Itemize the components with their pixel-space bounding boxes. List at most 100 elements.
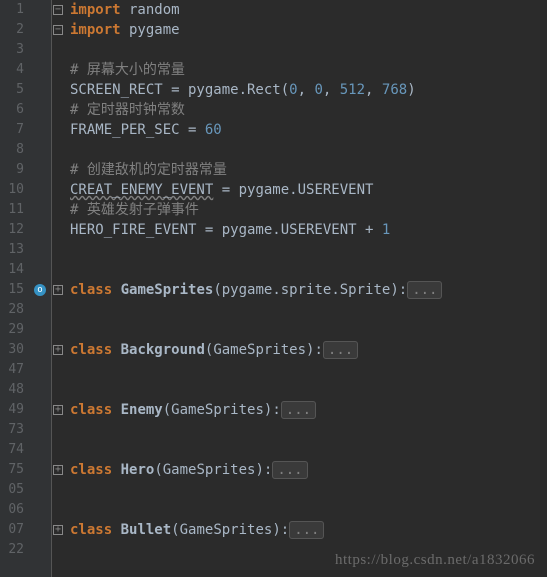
line-number: 13: [4, 240, 24, 260]
line-number: 47: [4, 360, 24, 380]
line-number: 28: [4, 300, 24, 320]
code-token: # 创建敌机的定时器常量: [70, 162, 227, 178]
fold-expand-icon[interactable]: +: [53, 525, 63, 535]
code-token: (GameSprites):: [163, 402, 281, 418]
code-token: class: [70, 342, 112, 358]
code-token: # 屏幕大小的常量: [70, 62, 185, 78]
code-line[interactable]: [70, 500, 547, 520]
code-token: random: [121, 2, 180, 18]
code-token: # 英雄发射子弹事件: [70, 202, 199, 218]
code-token: HERO_FIRE_EVENT = pygame.USEREVENT +: [70, 222, 382, 238]
code-line[interactable]: [70, 420, 547, 440]
code-token: 1: [382, 222, 390, 238]
line-number: 5: [4, 80, 24, 100]
fold-gutter: − − + + + + +: [52, 0, 66, 577]
code-line[interactable]: class Background(GameSprites):...: [70, 340, 547, 360]
code-token: FRAME_PER_SEC =: [70, 122, 205, 138]
code-token: CREAT_ENEMY_EVENT: [70, 182, 213, 198]
code-line[interactable]: FRAME_PER_SEC = 60: [70, 120, 547, 140]
code-line[interactable]: # 屏幕大小的常量: [70, 60, 547, 80]
line-number: 9: [4, 160, 24, 180]
code-line[interactable]: class GameSprites(pygame.sprite.Sprite):…: [70, 280, 547, 300]
code-line[interactable]: class Enemy(GameSprites):...: [70, 400, 547, 420]
code-line[interactable]: # 英雄发射子弹事件: [70, 200, 547, 220]
code-token: (GameSprites):: [205, 342, 323, 358]
line-number: 22: [4, 540, 24, 560]
line-number: 48: [4, 380, 24, 400]
code-token: [112, 522, 120, 538]
fold-expand-icon[interactable]: +: [53, 285, 63, 295]
code-token: [112, 342, 120, 358]
line-number: 07: [4, 520, 24, 540]
code-token: 0: [289, 82, 297, 98]
code-token: ,: [365, 82, 382, 98]
line-number: 1: [4, 0, 24, 20]
line-number: 73: [4, 420, 24, 440]
code-line[interactable]: [70, 380, 547, 400]
line-number-gutter: 1234567891011121314152829304748497374750…: [0, 0, 30, 577]
code-line[interactable]: class Bullet(GameSprites):...: [70, 520, 547, 540]
code-line[interactable]: [70, 480, 547, 500]
code-line[interactable]: HERO_FIRE_EVENT = pygame.USEREVENT + 1: [70, 220, 547, 240]
code-token: class: [70, 402, 112, 418]
code-line[interactable]: [70, 360, 547, 380]
line-number: 12: [4, 220, 24, 240]
code-line[interactable]: [70, 240, 547, 260]
folded-region[interactable]: ...: [281, 401, 316, 419]
line-number: 14: [4, 260, 24, 280]
code-line[interactable]: [70, 140, 547, 160]
code-line[interactable]: import pygame: [70, 20, 547, 40]
line-number: 7: [4, 120, 24, 140]
icon-gutter: o: [30, 0, 52, 577]
code-line[interactable]: [70, 440, 547, 460]
line-number: 8: [4, 140, 24, 160]
code-line[interactable]: class Hero(GameSprites):...: [70, 460, 547, 480]
line-number: 4: [4, 60, 24, 80]
code-line[interactable]: # 创建敌机的定时器常量: [70, 160, 547, 180]
code-line[interactable]: # 定时器时钟常数: [70, 100, 547, 120]
override-icon[interactable]: o: [34, 284, 46, 296]
code-area[interactable]: import randomimport pygame # 屏幕大小的常量 SCREE…: [66, 0, 547, 577]
code-line[interactable]: [70, 540, 547, 560]
code-token: class: [70, 282, 112, 298]
code-line[interactable]: CREAT_ENEMY_EVENT = pygame.USEREVENT: [70, 180, 547, 200]
folded-region[interactable]: ...: [407, 281, 442, 299]
code-line[interactable]: [70, 40, 547, 60]
line-number: 11: [4, 200, 24, 220]
folded-region[interactable]: ...: [323, 341, 358, 359]
code-token: class: [70, 462, 112, 478]
code-editor[interactable]: 1234567891011121314152829304748497374750…: [0, 0, 547, 577]
folded-region[interactable]: ...: [289, 521, 324, 539]
code-token: (pygame.sprite.Sprite):: [213, 282, 407, 298]
line-number: 30: [4, 340, 24, 360]
code-token: class: [70, 522, 112, 538]
code-token: (GameSprites):: [154, 462, 272, 478]
code-token: [112, 462, 120, 478]
code-token: Bullet: [121, 522, 172, 538]
code-token: GameSprites: [121, 282, 214, 298]
fold-expand-icon[interactable]: +: [53, 405, 63, 415]
code-line[interactable]: SCREEN_RECT = pygame.Rect(0, 0, 512, 768…: [70, 80, 547, 100]
fold-expand-icon[interactable]: +: [53, 465, 63, 475]
code-token: 512: [340, 82, 365, 98]
code-token: 768: [382, 82, 407, 98]
code-token: 60: [205, 122, 222, 138]
line-number: 05: [4, 480, 24, 500]
code-token: Enemy: [121, 402, 163, 418]
fold-expand-icon[interactable]: +: [53, 345, 63, 355]
fold-collapse-icon[interactable]: −: [53, 5, 63, 15]
line-number: 06: [4, 500, 24, 520]
code-line[interactable]: [70, 320, 547, 340]
code-line[interactable]: [70, 260, 547, 280]
code-token: (GameSprites):: [171, 522, 289, 538]
line-number: 29: [4, 320, 24, 340]
code-line[interactable]: [70, 300, 547, 320]
code-token: pygame: [121, 22, 180, 38]
line-number: 74: [4, 440, 24, 460]
code-token: SCREEN_RECT = pygame.Rect(: [70, 82, 289, 98]
code-token: 0: [314, 82, 322, 98]
code-token: = pygame.USEREVENT: [213, 182, 373, 198]
code-line[interactable]: import random: [70, 0, 547, 20]
folded-region[interactable]: ...: [272, 461, 307, 479]
fold-collapse-icon[interactable]: −: [53, 25, 63, 35]
